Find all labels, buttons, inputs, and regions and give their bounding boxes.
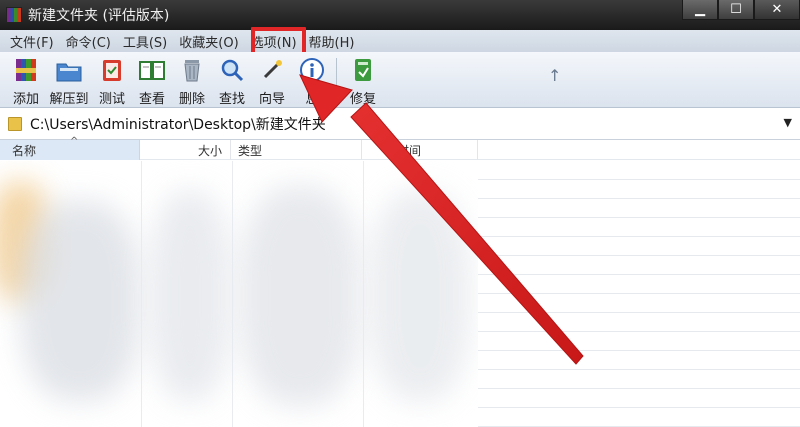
view-label: 查看	[138, 92, 165, 107]
title-bar: 新建文件夹 (评估版本) ▁ ☐ ✕	[0, 0, 800, 30]
address-dropdown-icon[interactable]: ▼	[784, 116, 792, 129]
extract-to-button[interactable]: 解压到	[46, 52, 92, 108]
sort-ascending-icon: ^	[70, 136, 79, 147]
column-header-row: 名称 ^ 大小 类型 改时间	[0, 136, 800, 160]
test-button[interactable]: 测试	[92, 52, 132, 108]
repair-button[interactable]: 修复	[343, 52, 383, 108]
repair-icon	[349, 56, 377, 84]
winrar-app-icon	[6, 7, 22, 23]
add-archive-icon	[12, 56, 40, 84]
delete-trash-icon	[178, 56, 206, 84]
delete-button[interactable]: 删除	[172, 52, 212, 108]
window-title: 新建文件夹 (评估版本)	[28, 8, 170, 24]
close-button[interactable]: ✕	[754, 0, 800, 20]
view-button[interactable]: 查看	[132, 52, 172, 108]
wizard-label: 向导	[258, 92, 285, 107]
add-label: 添加	[12, 92, 39, 107]
add-button[interactable]: 添加	[6, 52, 46, 108]
address-bar[interactable]: C:\Users\Administrator\Desktop\新建文件夹 ▼	[0, 108, 800, 140]
menu-commands[interactable]: 命令(C)	[60, 32, 117, 51]
find-button[interactable]: 查找	[212, 52, 252, 108]
test-clipboard-icon	[98, 56, 126, 84]
info-label: 息	[305, 92, 319, 107]
minimize-button[interactable]: ▁	[682, 0, 718, 20]
blurred-file-rows	[0, 161, 478, 427]
info-button[interactable]: 息	[292, 52, 332, 108]
column-type-label: 类型	[238, 143, 263, 158]
wizard-wand-icon	[258, 56, 286, 84]
extract-to-label: 解压到	[49, 92, 89, 107]
info-icon	[298, 56, 326, 84]
view-book-icon	[138, 56, 166, 84]
test-label: 测试	[98, 92, 125, 107]
window-controls: ▁ ☐ ✕	[682, 0, 800, 22]
folder-icon	[8, 116, 22, 131]
column-size[interactable]: 大小	[141, 140, 231, 160]
delete-label: 删除	[178, 92, 205, 107]
toolbar: 添加 解压到 测试 查看 删除 查找 向导 息 修复	[0, 52, 800, 108]
find-magnifier-icon	[218, 56, 246, 84]
column-name-label: 名称	[12, 143, 37, 158]
repair-label: 修复	[349, 92, 376, 107]
menu-help[interactable]: 帮助(H)	[303, 32, 361, 51]
find-label: 查找	[218, 92, 245, 107]
column-name[interactable]: 名称 ^	[0, 136, 140, 160]
column-modified[interactable]: 改时间	[363, 140, 478, 160]
column-modified-label: 改时间	[385, 143, 422, 158]
address-path: C:\Users\Administrator\Desktop\新建文件夹	[30, 116, 326, 133]
column-type[interactable]: 类型	[232, 140, 362, 160]
menu-tools[interactable]: 工具(S)	[117, 32, 173, 51]
file-list[interactable]	[0, 161, 800, 427]
menu-file[interactable]: 文件(F)	[4, 32, 60, 51]
extract-to-icon	[55, 56, 83, 84]
maximize-button[interactable]: ☐	[718, 0, 754, 20]
empty-list-rows	[478, 161, 800, 427]
wizard-button[interactable]: 向导	[252, 52, 292, 108]
menu-favorites[interactable]: 收藏夹(O)	[173, 32, 244, 51]
up-folder-icon[interactable]: ↑	[548, 66, 561, 85]
toolbar-separator	[336, 58, 337, 102]
menu-bar: 文件(F) 命令(C) 工具(S) 收藏夹(O) 选项(N) 帮助(H)	[0, 30, 800, 52]
column-size-label: 大小	[197, 143, 222, 158]
